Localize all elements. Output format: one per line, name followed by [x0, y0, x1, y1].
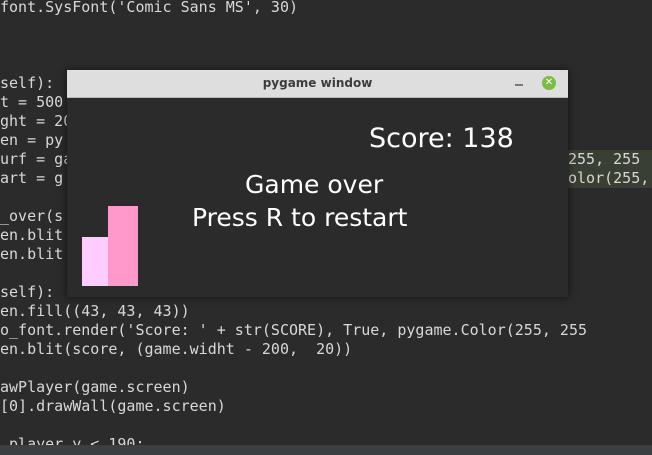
code-line: font.SysFont('Comic Sans MS', 30) [0, 0, 299, 16]
close-button[interactable]: ✕ [542, 76, 556, 90]
code-fragment: 255, 255 [568, 150, 652, 169]
code-line: o_font.render('Score: ' + str(SCORE), Tr… [0, 321, 587, 339]
code-line: _over(s [0, 207, 64, 225]
score-text: Score: 138 [369, 123, 514, 154]
code-line: en.fill((43, 43, 43)) [0, 302, 190, 320]
code-line: self): [0, 283, 55, 301]
game-over-text: Game over [245, 170, 384, 199]
code-line: [0].drawWall(game.screen) [0, 397, 226, 415]
pygame-window[interactable]: pygame window ✕ Score: 138 Game over Pre… [67, 70, 568, 297]
game-canvas[interactable]: Score: 138 Game over Press R to restart [67, 98, 568, 297]
code-line: self): [0, 74, 55, 92]
code-line: awPlayer(game.screen) [0, 378, 190, 396]
code-line: ght = 20 [0, 112, 73, 130]
code-line: en.blit [0, 245, 64, 263]
code-line: urf = ga [0, 150, 73, 168]
window-title: pygame window [262, 76, 373, 90]
code-line: en.blit(score, (game.widht - 200, 20)) [0, 340, 353, 358]
close-icon: ✕ [544, 77, 554, 88]
minimize-button[interactable] [514, 78, 524, 88]
editor-bottom-bar [0, 445, 652, 455]
window-titlebar[interactable]: pygame window ✕ [67, 70, 568, 98]
wall-block [108, 206, 138, 286]
code-line: art = g [0, 169, 64, 187]
player-block [82, 237, 111, 286]
restart-hint-text: Press R to restart [192, 203, 408, 232]
minimize-icon [515, 84, 523, 86]
code-line: t = 500 [0, 93, 64, 111]
code-line: en = py [0, 131, 64, 149]
code-fragment: olor(255, [568, 169, 652, 188]
code-line: en.blit [0, 226, 64, 244]
